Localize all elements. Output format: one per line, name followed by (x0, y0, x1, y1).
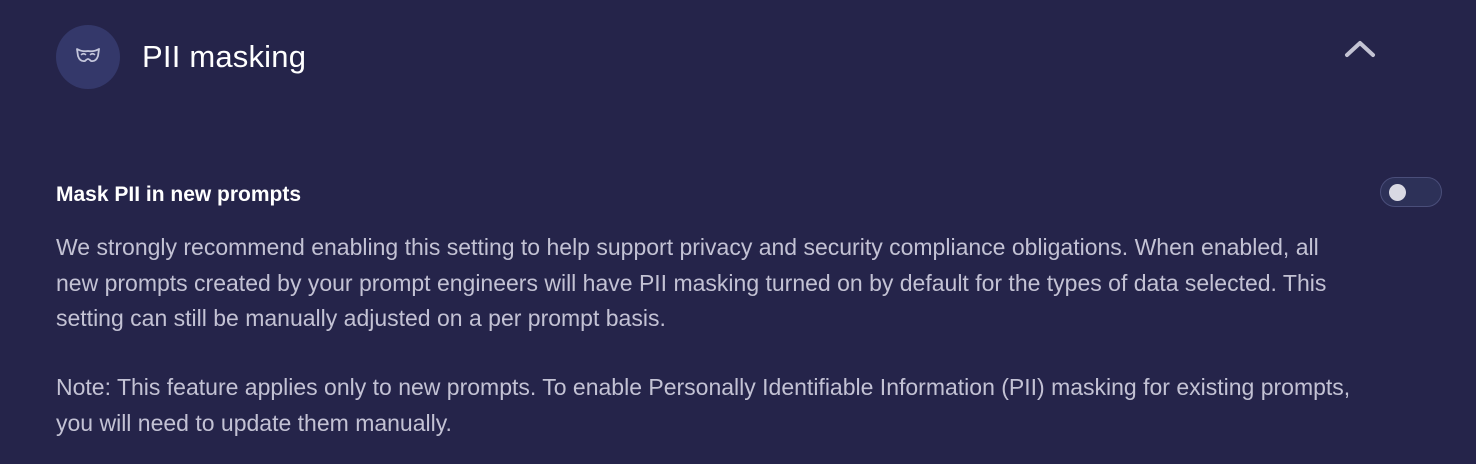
section-title: PII masking (142, 39, 307, 74)
setting-title: Mask PII in new prompts (56, 183, 302, 206)
section-icon-badge (56, 25, 120, 89)
pii-masking-panel: PII masking Mask PII in new prompts We s… (0, 0, 1476, 464)
setting-description: We strongly recommend enabling this sett… (56, 234, 1327, 331)
toggle-knob (1389, 184, 1406, 201)
chevron-up-icon (1344, 39, 1376, 64)
section-header[interactable]: PII masking (56, 25, 1406, 89)
mask-icon (74, 44, 102, 71)
collapse-button[interactable] (1340, 36, 1380, 66)
mask-pii-toggle[interactable] (1380, 177, 1442, 207)
setting-note: Note: This feature applies only to new p… (56, 374, 1351, 436)
